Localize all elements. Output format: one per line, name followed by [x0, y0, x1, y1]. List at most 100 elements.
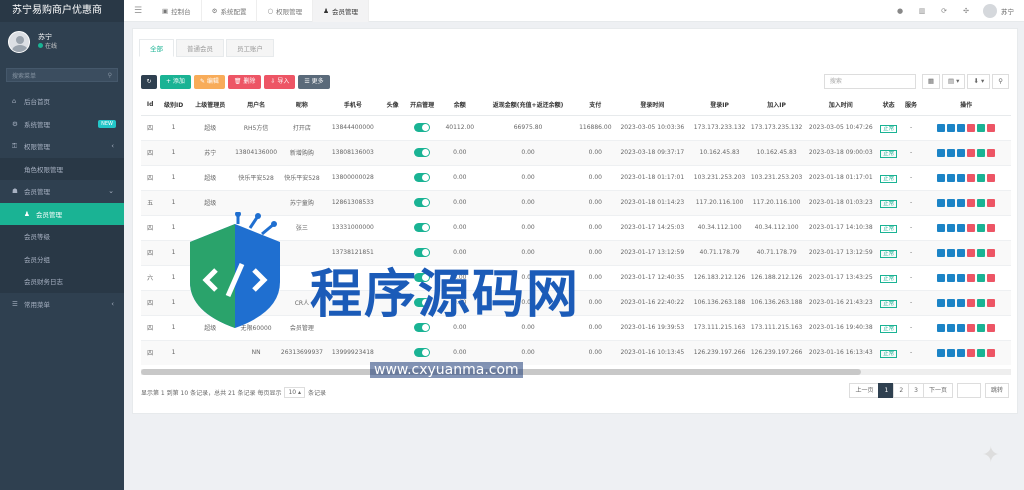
toolbar-button-0[interactable]: ↻ — [141, 75, 157, 89]
sidebar-item-2[interactable]: ⚿ 权限管理 ‹ — [0, 135, 124, 158]
subtab-0[interactable]: 全部 — [139, 39, 174, 57]
action-icon-3[interactable] — [967, 198, 976, 207]
action-icon-3[interactable] — [967, 248, 976, 257]
next-page-button[interactable]: 下一页 — [922, 383, 953, 398]
toolbar-button-5[interactable]: ☰ 更多 — [298, 75, 330, 89]
theme-icon[interactable]: ● — [889, 7, 911, 15]
page-button-2[interactable]: 2 — [893, 383, 910, 398]
sidebar-item-1[interactable]: ⚙ 系统管理 NEW — [0, 113, 124, 136]
action-icon-5[interactable] — [987, 348, 996, 357]
columns-icon[interactable]: ▤ ▾ — [941, 74, 966, 89]
tab-0[interactable]: ▣ 控制台 — [152, 0, 202, 22]
action-icon-3[interactable] — [967, 148, 976, 157]
table-search-input[interactable]: 搜索 — [823, 74, 916, 89]
horizontal-scrollbar[interactable] — [141, 369, 1011, 375]
action-icon-1[interactable] — [947, 223, 956, 232]
action-icon-0[interactable] — [937, 198, 946, 207]
fullscreen-icon[interactable]: ✣ — [955, 7, 977, 15]
action-icon-1[interactable] — [947, 298, 956, 307]
tab-1[interactable]: ⚙ 系统配置 — [202, 0, 258, 22]
page-jump-input[interactable] — [956, 383, 981, 398]
action-icon-4[interactable] — [977, 323, 986, 332]
action-icon-5[interactable] — [987, 273, 996, 282]
page-go-button[interactable]: 跳转 — [984, 383, 1009, 398]
page-size-select[interactable]: 10 ▴ — [284, 387, 306, 398]
action-icon-5[interactable] — [987, 248, 996, 257]
toolbar-button-3[interactable]: 🗑 删除 — [227, 75, 262, 89]
sidebar-item-9[interactable]: ☰ 常用菜单 ‹ — [0, 293, 124, 316]
admin-toggle[interactable] — [414, 248, 431, 257]
subtab-1[interactable]: 普通会员 — [176, 39, 224, 57]
action-icon-3[interactable] — [967, 123, 976, 132]
action-icon-5[interactable] — [987, 198, 996, 207]
sidebar-item-5[interactable]: ♟ 会员管理 — [0, 202, 124, 225]
action-icon-4[interactable] — [977, 273, 986, 282]
sidebar-item-3[interactable]: 角色权限管理 — [0, 157, 124, 180]
action-icon-2[interactable] — [957, 223, 966, 232]
page-button-3[interactable]: 3 — [908, 383, 924, 398]
subtab-2[interactable]: 员工账户 — [226, 39, 274, 57]
toolbar-button-2[interactable]: ✎ 编辑 — [193, 75, 225, 89]
admin-toggle[interactable] — [414, 298, 431, 307]
action-icon-1[interactable] — [947, 123, 956, 132]
action-icon-3[interactable] — [967, 173, 976, 182]
top-user-menu[interactable]: 苏宁 — [983, 3, 1014, 18]
action-icon-1[interactable] — [947, 323, 956, 332]
sidebar-item-6[interactable]: 会员等级 — [0, 225, 124, 248]
search-icon[interactable]: ⚲ — [992, 74, 1009, 89]
menu-toggle-icon[interactable]: ☰ — [124, 6, 152, 16]
action-icon-2[interactable] — [957, 198, 966, 207]
prev-page-button[interactable]: 上一页 — [849, 383, 880, 398]
action-icon-5[interactable] — [987, 323, 996, 332]
action-icon-0[interactable] — [937, 223, 946, 232]
tab-3[interactable]: ♟ 会员管理 — [313, 0, 369, 22]
action-icon-5[interactable] — [987, 173, 996, 182]
action-icon-2[interactable] — [957, 148, 966, 157]
action-icon-4[interactable] — [977, 348, 986, 357]
action-icon-0[interactable] — [937, 148, 946, 157]
action-icon-1[interactable] — [947, 273, 956, 282]
action-icon-1[interactable] — [947, 148, 956, 157]
action-icon-5[interactable] — [987, 223, 996, 232]
action-icon-5[interactable] — [987, 298, 996, 307]
admin-toggle[interactable] — [414, 173, 431, 182]
action-icon-1[interactable] — [947, 173, 956, 182]
admin-toggle[interactable] — [414, 198, 431, 207]
action-icon-3[interactable] — [967, 223, 976, 232]
avatar[interactable] — [8, 31, 30, 53]
sidebar-item-4[interactable]: ☗ 会员管理 ⌄ — [0, 180, 124, 203]
action-icon-2[interactable] — [957, 173, 966, 182]
action-icon-3[interactable] — [967, 273, 976, 282]
sidebar-item-8[interactable]: 会员财务日志 — [0, 270, 124, 293]
action-icon-0[interactable] — [937, 348, 946, 357]
action-icon-3[interactable] — [967, 348, 976, 357]
sidebar-search[interactable]: 搜索菜单 ⚲ — [6, 68, 118, 82]
page-button-1[interactable]: 1 — [878, 383, 895, 398]
toggle-view-icon[interactable]: ▦ — [921, 74, 940, 89]
toolbar-button-4[interactable]: ⇩ 导入 — [264, 75, 296, 89]
action-icon-2[interactable] — [957, 248, 966, 257]
action-icon-1[interactable] — [947, 348, 956, 357]
action-icon-4[interactable] — [977, 173, 986, 182]
sidebar-item-0[interactable]: ⌂ 后台首页 — [0, 90, 124, 113]
action-icon-4[interactable] — [977, 298, 986, 307]
action-icon-4[interactable] — [977, 123, 986, 132]
action-icon-2[interactable] — [957, 348, 966, 357]
action-icon-4[interactable] — [977, 248, 986, 257]
admin-toggle[interactable] — [414, 348, 431, 357]
admin-toggle[interactable] — [414, 123, 431, 132]
sidebar-item-7[interactable]: 会员分组 — [0, 247, 124, 270]
action-icon-2[interactable] — [957, 273, 966, 282]
action-icon-1[interactable] — [947, 198, 956, 207]
action-icon-3[interactable] — [967, 323, 976, 332]
action-icon-0[interactable] — [937, 248, 946, 257]
action-icon-2[interactable] — [957, 298, 966, 307]
toolbar-button-1[interactable]: + 添加 — [160, 75, 191, 89]
action-icon-0[interactable] — [937, 173, 946, 182]
admin-toggle[interactable] — [414, 323, 431, 332]
action-icon-4[interactable] — [977, 198, 986, 207]
action-icon-5[interactable] — [987, 148, 996, 157]
action-icon-1[interactable] — [947, 248, 956, 257]
action-icon-2[interactable] — [957, 323, 966, 332]
action-icon-2[interactable] — [957, 123, 966, 132]
